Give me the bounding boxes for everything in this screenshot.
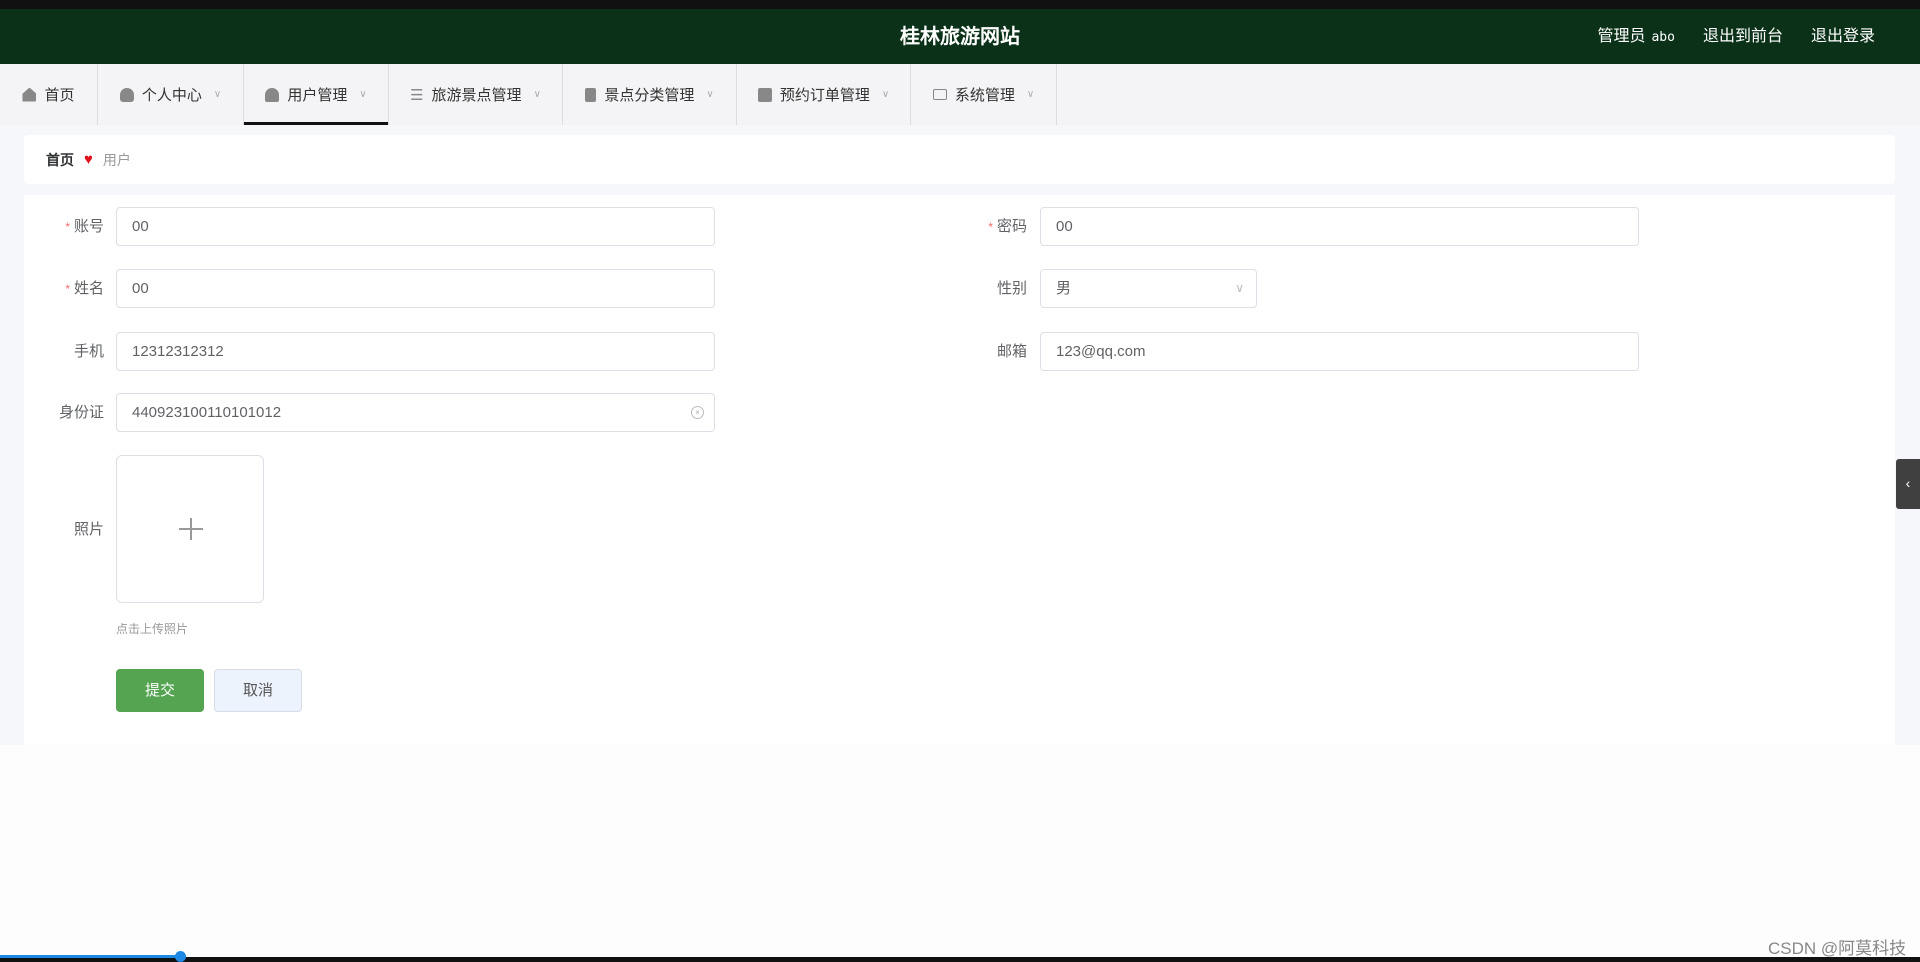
chevron-down-icon: ∨ [706, 89, 714, 100]
nav-user-management[interactable]: 用户管理 ∨ [244, 64, 389, 125]
nav-order-management[interactable]: 预约订单管理 ∨ [737, 64, 911, 125]
front-link[interactable]: 退出到前台 [1703, 9, 1783, 65]
gender-value: 男 [1056, 280, 1072, 297]
label-text: 密码 [996, 218, 1027, 235]
nav-label: 个人中心 [141, 87, 202, 104]
email-input[interactable]: 123@qq.com [1040, 332, 1639, 371]
label-text: 账号 [73, 218, 104, 235]
gender-select[interactable]: 男 ∨ [1040, 269, 1257, 308]
top-nav: 首页 个人中心 ∨ 用户管理 ∨ ☰ 旅游景点管理 ∨ 景点分类管理 ∨ 预约订单管理 ∨ … [0, 64, 1920, 125]
name-label: * 姓名 [14, 269, 104, 309]
photo-label: 照片 [73, 521, 104, 538]
sliders-icon: ☰ [410, 86, 424, 104]
clear-icon[interactable]: × [691, 406, 704, 419]
breadcrumb-current: 用户 [102, 151, 131, 168]
nav-attraction-management[interactable]: ☰ 旅游景点管理 ∨ [389, 64, 563, 125]
window-top-bar [0, 0, 1920, 9]
user-role: 管理员 [1597, 28, 1646, 45]
printer-icon [757, 87, 772, 102]
current-user: 管理员 abo [1597, 9, 1675, 65]
breadcrumb: 首页 ♥ 用户 [24, 135, 1895, 184]
account-input[interactable]: 00 [116, 207, 715, 246]
gender-label: 性别 [996, 280, 1027, 297]
password-input[interactable]: 00 [1040, 207, 1639, 246]
nav-label: 用户管理 [287, 87, 348, 104]
username: abo [1651, 30, 1675, 45]
nav-label: 旅游景点管理 [431, 87, 522, 104]
nav-home[interactable]: 首页 [0, 64, 98, 125]
chevron-down-icon: ∨ [1026, 89, 1035, 100]
account-label: * 账号 [14, 207, 104, 247]
card-icon [932, 89, 947, 100]
chevron-down-icon: ∨ [359, 89, 367, 100]
chevron-down-icon: ∨ [533, 89, 541, 100]
breadcrumb-home[interactable]: 首页 [46, 150, 74, 170]
upload-hint: 点击上传照片 [116, 622, 189, 636]
nav-label: 景点分类管理 [604, 87, 695, 104]
submit-button[interactable]: 提交 [116, 669, 204, 712]
clipboard-icon [585, 87, 597, 102]
idcard-value: 440923100110101012 [132, 404, 282, 421]
idcard-input[interactable]: 440923100110101012 × [116, 393, 715, 432]
nav-label: 系统管理 [954, 87, 1015, 104]
header: 桂林旅游网站 管理员 abo 退出到前台 退出登录 [0, 9, 1920, 64]
required-mark: * [65, 220, 70, 234]
name-input[interactable]: 00 [116, 269, 715, 308]
nav-system-management[interactable]: 系统管理 ∨ [911, 64, 1057, 125]
email-label: 邮箱 [996, 343, 1027, 360]
photo-upload[interactable] [116, 455, 264, 603]
chevron-left-icon: ‹ [1905, 475, 1911, 491]
phone-label: 手机 [73, 343, 104, 360]
heart-icon: ♥ [84, 151, 93, 168]
label-text: 姓名 [73, 280, 104, 297]
required-mark: * [65, 282, 70, 296]
side-panel-toggle[interactable]: ‹ [1896, 459, 1920, 509]
video-progress[interactable] [0, 955, 181, 958]
nav-category-management[interactable]: 景点分类管理 ∨ [563, 64, 737, 125]
chevron-down-icon: ∨ [881, 89, 890, 100]
user-icon [119, 87, 134, 102]
user-stamp-icon [265, 87, 280, 102]
idcard-label: 身份证 [58, 404, 104, 421]
watermark: CSDN @阿莫科技 [1768, 939, 1907, 958]
plus-icon-vertical [190, 518, 192, 540]
password-label: * 密码 [937, 207, 1027, 247]
chevron-down-icon: ∨ [213, 89, 222, 100]
home-icon [22, 87, 37, 102]
phone-input[interactable]: 12312312312 [116, 332, 715, 371]
logout-link[interactable]: 退出登录 [1811, 9, 1875, 65]
nav-personal-center[interactable]: 个人中心 ∨ [98, 64, 244, 125]
progress-handle[interactable] [175, 951, 186, 962]
cancel-button[interactable]: 取消 [214, 669, 302, 712]
bottom-bar [0, 957, 1920, 962]
nav-label: 首页 [44, 87, 75, 104]
chevron-down-icon: ∨ [1235, 281, 1244, 295]
nav-label: 预约订单管理 [779, 87, 870, 104]
required-mark: * [988, 220, 993, 234]
